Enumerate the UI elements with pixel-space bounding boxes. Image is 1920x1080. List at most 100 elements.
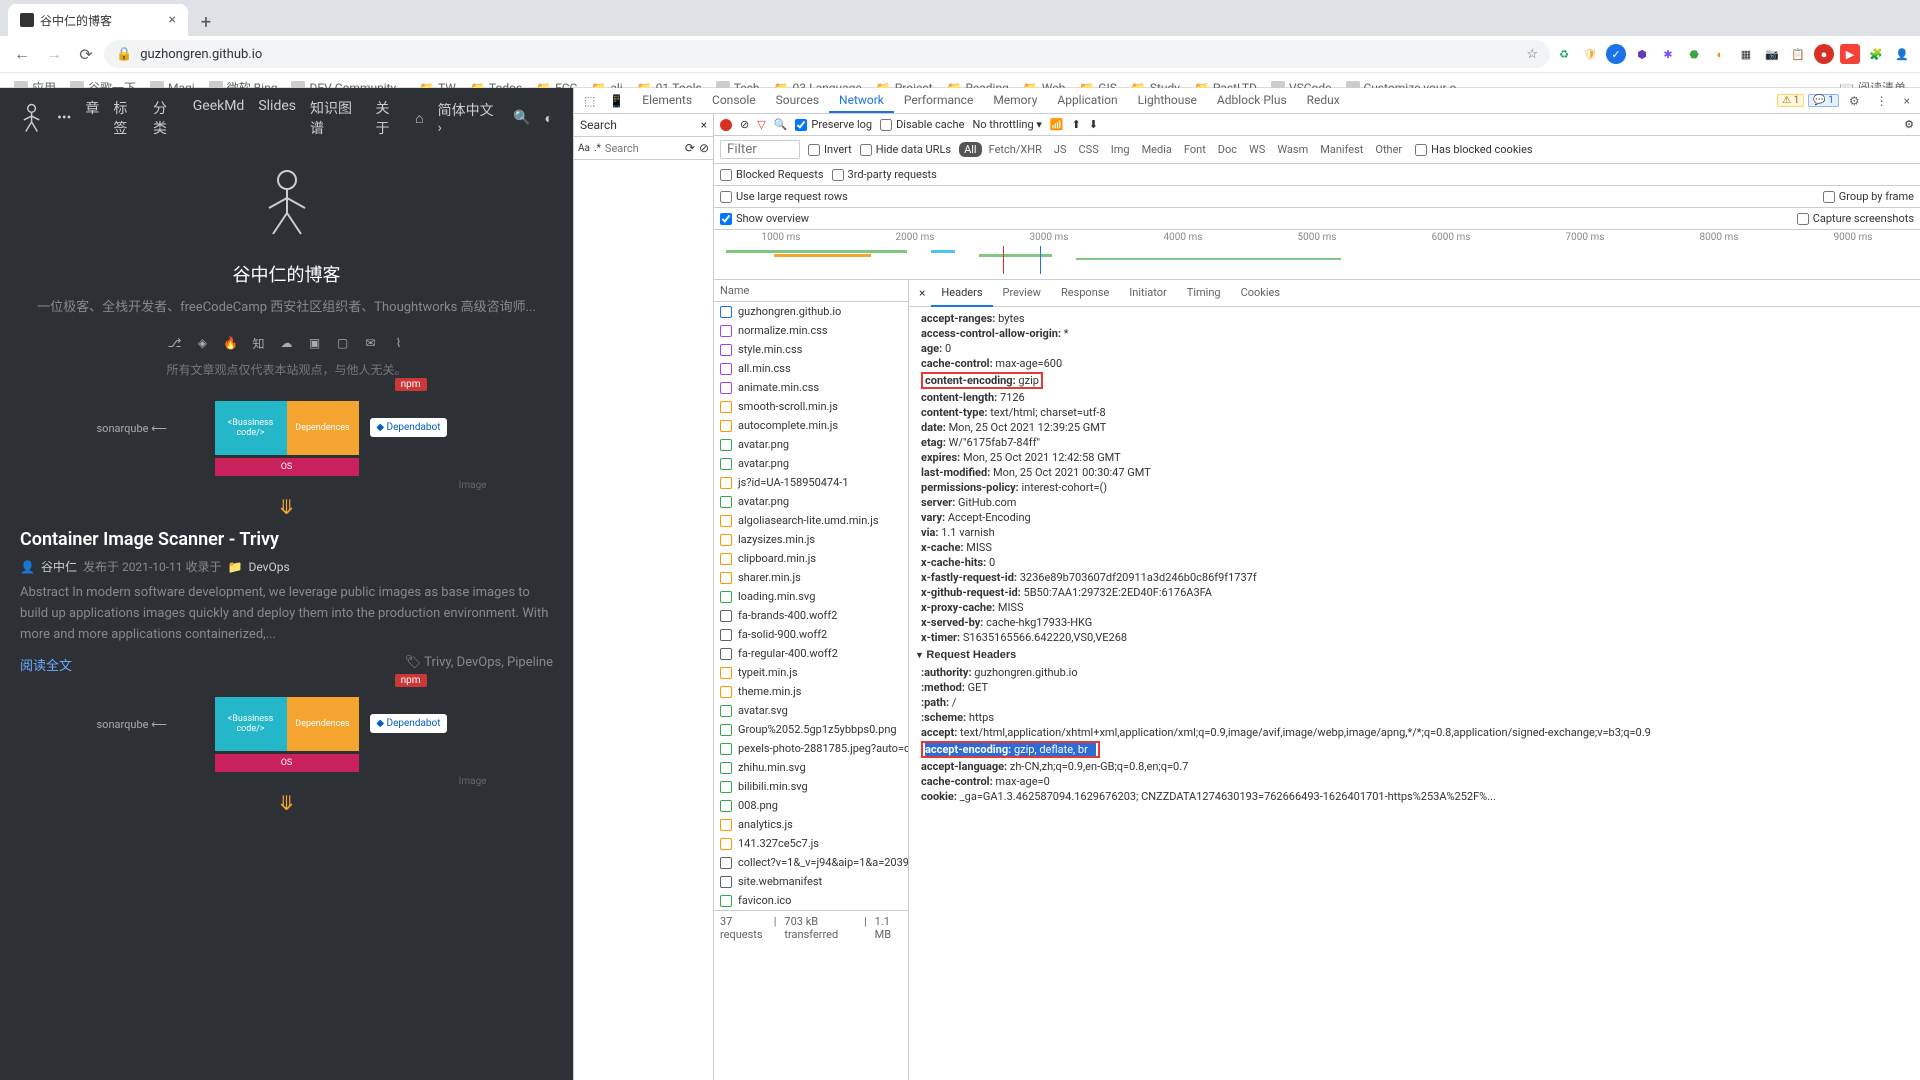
theme-icon[interactable]: ◐ [545, 110, 553, 127]
refresh-icon[interactable]: ⟳ [685, 141, 695, 155]
hide-data-check[interactable]: Hide data URLs [860, 143, 951, 156]
preserve-log-check[interactable]: Preserve log [795, 118, 872, 131]
invert-check[interactable]: Invert [808, 143, 852, 156]
filter-input[interactable] [720, 140, 800, 159]
close-icon[interactable]: × [169, 12, 176, 28]
name-column-header[interactable]: Name [714, 280, 908, 302]
case-toggle[interactable]: Aa [578, 143, 590, 154]
devtools-tab-adblock plus[interactable]: Adblock Plus [1207, 89, 1297, 112]
disable-cache-check[interactable]: Disable cache [880, 118, 964, 131]
request-row[interactable]: pexels-photo-2881785.jpeg?auto=com... [714, 739, 908, 758]
request-row[interactable]: bilibili.min.svg [714, 777, 908, 796]
social-icon[interactable]: ▣ [305, 333, 325, 353]
devtools-tab-performance[interactable]: Performance [894, 89, 983, 112]
url-input[interactable]: 🔒 guzhongren.github.io ☆ [104, 40, 1550, 68]
wifi-icon[interactable]: 📶 [1050, 118, 1064, 131]
throttling-select[interactable]: No throttling ▾ [972, 118, 1041, 131]
ext-icon[interactable]: 📷 [1762, 44, 1782, 64]
ext-icon[interactable]: ✓ [1606, 44, 1626, 64]
more-icon[interactable]: ⋮ [1870, 92, 1894, 110]
more-icon[interactable]: ••• [57, 110, 71, 126]
request-row[interactable]: fa-solid-900.woff2 [714, 625, 908, 644]
ext-icon[interactable]: ⬣ [1684, 44, 1704, 64]
nav-item[interactable]: 章 [85, 98, 99, 138]
request-headers-section[interactable]: Request Headers [909, 645, 1920, 665]
warnings-badge[interactable]: ⚠ 1 [1777, 94, 1804, 107]
request-row[interactable]: favicon.ico [714, 891, 908, 910]
request-row[interactable]: 008.png [714, 796, 908, 815]
email-icon[interactable]: ✉ [361, 333, 381, 353]
rss-icon[interactable]: ⌇ [389, 333, 409, 353]
request-row[interactable]: js?id=UA-158950474-1 [714, 473, 908, 492]
nav-item[interactable]: Slides [258, 98, 296, 138]
nav-item[interactable]: 关于 [375, 98, 401, 138]
filter-type-doc[interactable]: Doc [1213, 142, 1242, 157]
filter-type-img[interactable]: Img [1106, 142, 1135, 157]
filter-type-other[interactable]: Other [1370, 142, 1407, 157]
search-icon[interactable]: 🔍 [513, 110, 530, 126]
browser-tab[interactable]: 谷中仁的博客 × [8, 4, 188, 36]
request-row[interactable]: animate.min.css [714, 378, 908, 397]
devtools-tab-application[interactable]: Application [1047, 89, 1127, 112]
request-row[interactable]: zhihu.min.svg [714, 758, 908, 777]
devtools-tab-network[interactable]: Network [829, 89, 894, 113]
social-icon[interactable]: ▢ [333, 333, 353, 353]
timeline[interactable]: 1000 ms2000 ms3000 ms4000 ms5000 ms6000 … [714, 230, 1920, 280]
upload-icon[interactable]: ⬆ [1072, 118, 1081, 131]
nav-item[interactable]: 分类 [153, 98, 179, 138]
github-icon[interactable]: ⎇ [165, 333, 185, 353]
devtools-tab-memory[interactable]: Memory [983, 89, 1047, 112]
filter-type-all[interactable]: All [959, 142, 982, 157]
new-tab-button[interactable]: + [192, 8, 220, 36]
filter-icon[interactable]: ▽ [757, 118, 765, 131]
request-row[interactable]: loading.min.svg [714, 587, 908, 606]
forward-button[interactable]: → [40, 40, 68, 68]
device-icon[interactable]: 📱 [603, 92, 630, 110]
social-icon[interactable]: ☁ [277, 333, 297, 353]
details-tab-cookies[interactable]: Cookies [1231, 280, 1290, 306]
details-tab-headers[interactable]: Headers [931, 280, 992, 307]
request-row[interactable]: typeit.min.js [714, 663, 908, 682]
post-title[interactable]: Container Image Scanner - Trivy [20, 529, 553, 550]
request-row[interactable]: style.min.css [714, 340, 908, 359]
request-row[interactable]: all.min.css [714, 359, 908, 378]
details-tab-response[interactable]: Response [1051, 280, 1119, 306]
regex-toggle[interactable]: .* [594, 143, 601, 154]
details-tab-timing[interactable]: Timing [1177, 280, 1231, 306]
back-button[interactable]: ← [8, 40, 36, 68]
extensions-icon[interactable]: 🧩 [1866, 44, 1886, 64]
filter-type-js[interactable]: JS [1049, 142, 1072, 157]
request-row[interactable]: sharer.min.js [714, 568, 908, 587]
ext-icon[interactable]: 📋 [1788, 44, 1808, 64]
filter-type-wasm[interactable]: Wasm [1272, 142, 1313, 157]
nav-item[interactable]: 知识图谱 [310, 98, 361, 138]
request-row[interactable]: Group%2052.5gp1z5ybbps0.png [714, 720, 908, 739]
clear-icon[interactable]: ⊘ [699, 141, 709, 155]
request-row[interactable]: 141.327ce5c7.js [714, 834, 908, 853]
ext-icon[interactable]: ◐ [1710, 44, 1730, 64]
download-icon[interactable]: ⬇ [1089, 118, 1098, 131]
request-row[interactable]: analytics.js [714, 815, 908, 834]
request-row[interactable]: smooth-scroll.min.js [714, 397, 908, 416]
profile-icon[interactable]: 👤 [1892, 44, 1912, 64]
devtools-tab-sources[interactable]: Sources [766, 89, 829, 112]
close-icon[interactable]: × [701, 118, 707, 132]
details-tab-initiator[interactable]: Initiator [1119, 280, 1177, 306]
filter-type-font[interactable]: Font [1179, 142, 1211, 157]
clear-button[interactable]: ⊘ [740, 118, 749, 131]
request-row[interactable]: avatar.png [714, 435, 908, 454]
github-icon[interactable]: ⌂ [415, 110, 423, 127]
settings-icon[interactable]: ⚙ [1843, 92, 1866, 110]
filter-type-media[interactable]: Media [1137, 142, 1177, 157]
nav-item[interactable]: GeekMd [193, 98, 245, 138]
devtools-tab-elements[interactable]: Elements [632, 89, 702, 112]
close-icon[interactable]: × [913, 284, 931, 302]
request-row[interactable]: normalize.min.css [714, 321, 908, 340]
filter-type-fetch/xhr[interactable]: Fetch/XHR [984, 142, 1047, 157]
reload-button[interactable]: ⟳ [72, 40, 100, 68]
read-more-link[interactable]: 阅读全文 [20, 655, 72, 674]
ext-icon[interactable]: ♻ [1554, 44, 1574, 64]
request-row[interactable]: avatar.svg [714, 701, 908, 720]
messages-badge[interactable]: 💬 1 [1808, 94, 1839, 107]
request-row[interactable]: fa-regular-400.woff2 [714, 644, 908, 663]
